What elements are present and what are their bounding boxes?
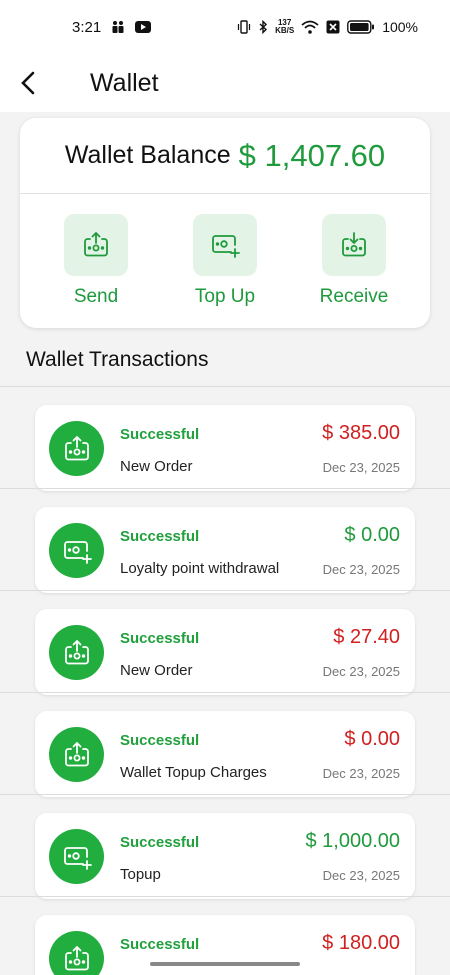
transaction-row: Successful New Order $ 385.00 Dec 23, 20…	[0, 386, 450, 491]
transaction-status: Successful	[120, 528, 200, 545]
balance-amount: $ 1,407.60	[238, 137, 386, 173]
transaction-card[interactable]: Successful Wallet Topup Charges $ 0.00 D…	[35, 711, 415, 797]
transaction-status: Successful	[120, 630, 200, 647]
top-up-tile	[193, 214, 257, 276]
back-button[interactable]	[0, 54, 56, 112]
send-icon	[64, 639, 89, 664]
app-bar: Wallet	[0, 54, 450, 112]
transaction-icon-circle	[49, 931, 104, 975]
status-bar: 3:21 137 KB/S 100%	[0, 0, 450, 54]
transaction-status: Successful	[120, 834, 200, 851]
transaction-status: Successful	[120, 936, 200, 953]
top-up-label: Top Up	[194, 286, 256, 307]
page-title: Wallet	[90, 68, 159, 97]
network-speed: 137 KB/S	[275, 18, 295, 35]
send-icon	[64, 435, 89, 460]
receive-icon	[342, 232, 366, 257]
transaction-date: Dec 23, 2025	[322, 562, 400, 577]
transaction-amount: $ 180.00	[322, 932, 400, 954]
transaction-date: Dec 23, 2025	[322, 868, 400, 883]
receive-button[interactable]: Receive	[314, 214, 394, 308]
transaction-status: Successful	[120, 426, 200, 443]
transaction-date: Dec 23, 2025	[322, 460, 400, 475]
send-tile	[64, 214, 128, 276]
transaction-description: Wallet Topup Charges	[120, 764, 267, 781]
send-icon	[84, 232, 108, 257]
receive-label: Receive	[319, 286, 389, 307]
receive-tile	[322, 214, 386, 276]
transaction-status: Successful	[120, 732, 200, 749]
balance-row: Wallet Balance $ 1,407.60	[20, 118, 430, 194]
people-icon	[112, 21, 124, 33]
send-icon	[64, 741, 89, 766]
transaction-amount: $ 0.00	[344, 728, 400, 750]
vibrate-icon	[237, 20, 251, 34]
transaction-icon-circle	[49, 625, 104, 680]
transaction-row: Successful New Order $ 27.40 Dec 23, 202…	[0, 590, 450, 695]
no-sim-icon	[326, 20, 340, 34]
transactions-list: Successful New Order $ 385.00 Dec 23, 20…	[0, 386, 450, 975]
wifi-icon	[301, 20, 319, 34]
wallet-balance-card: Wallet Balance $ 1,407.60 Send Top Up Re…	[20, 118, 430, 328]
wallet-actions: Send Top Up Receive	[20, 194, 430, 308]
send-icon	[64, 945, 89, 970]
transaction-amount: $ 27.40	[333, 626, 400, 648]
transaction-card[interactable]: Successful New Order $ 385.00 Dec 23, 20…	[35, 405, 415, 491]
transaction-icon-circle	[49, 421, 104, 476]
transaction-date: Dec 23, 2025	[322, 766, 400, 781]
top-up-icon	[63, 846, 92, 870]
transaction-icon-circle	[49, 523, 104, 578]
transaction-icon-circle	[49, 727, 104, 782]
balance-label: Wallet Balance	[64, 141, 231, 169]
transactions-title: Wallet Transactions	[26, 348, 209, 371]
top-up-icon	[212, 235, 240, 258]
back-arrow-icon	[21, 71, 35, 95]
transaction-card[interactable]: Successful $ 180.00	[35, 915, 415, 975]
transaction-description: Topup	[120, 866, 161, 883]
top-up-icon	[63, 540, 92, 564]
battery-percent: 100%	[382, 19, 418, 35]
transaction-card[interactable]: Successful Loyalty point withdrawal $ 0.…	[35, 507, 415, 593]
transaction-description: New Order	[120, 458, 193, 475]
transaction-amount: $ 0.00	[344, 524, 400, 546]
battery-icon	[347, 20, 375, 34]
status-time: 3:21	[72, 18, 102, 36]
transaction-icon-circle	[49, 829, 104, 884]
video-icon	[135, 21, 152, 33]
transaction-row: Successful Topup $ 1,000.00 Dec 23, 2025	[0, 794, 450, 899]
transaction-amount: $ 385.00	[322, 422, 400, 444]
transaction-date: Dec 23, 2025	[322, 664, 400, 679]
bluetooth-icon	[259, 20, 268, 34]
transaction-row: Successful Loyalty point withdrawal $ 0.…	[0, 488, 450, 593]
send-label: Send	[73, 286, 119, 307]
transaction-card[interactable]: Successful New Order $ 27.40 Dec 23, 202…	[35, 609, 415, 695]
send-button[interactable]: Send	[56, 214, 136, 308]
transaction-description: New Order	[120, 662, 193, 679]
home-indicator[interactable]	[150, 962, 300, 966]
transaction-description: Loyalty point withdrawal	[120, 560, 280, 577]
transaction-amount: $ 1,000.00	[305, 830, 400, 852]
transaction-card[interactable]: Successful Topup $ 1,000.00 Dec 23, 2025	[35, 813, 415, 899]
transaction-row: Successful Wallet Topup Charges $ 0.00 D…	[0, 692, 450, 797]
top-up-button[interactable]: Top Up	[185, 214, 265, 308]
